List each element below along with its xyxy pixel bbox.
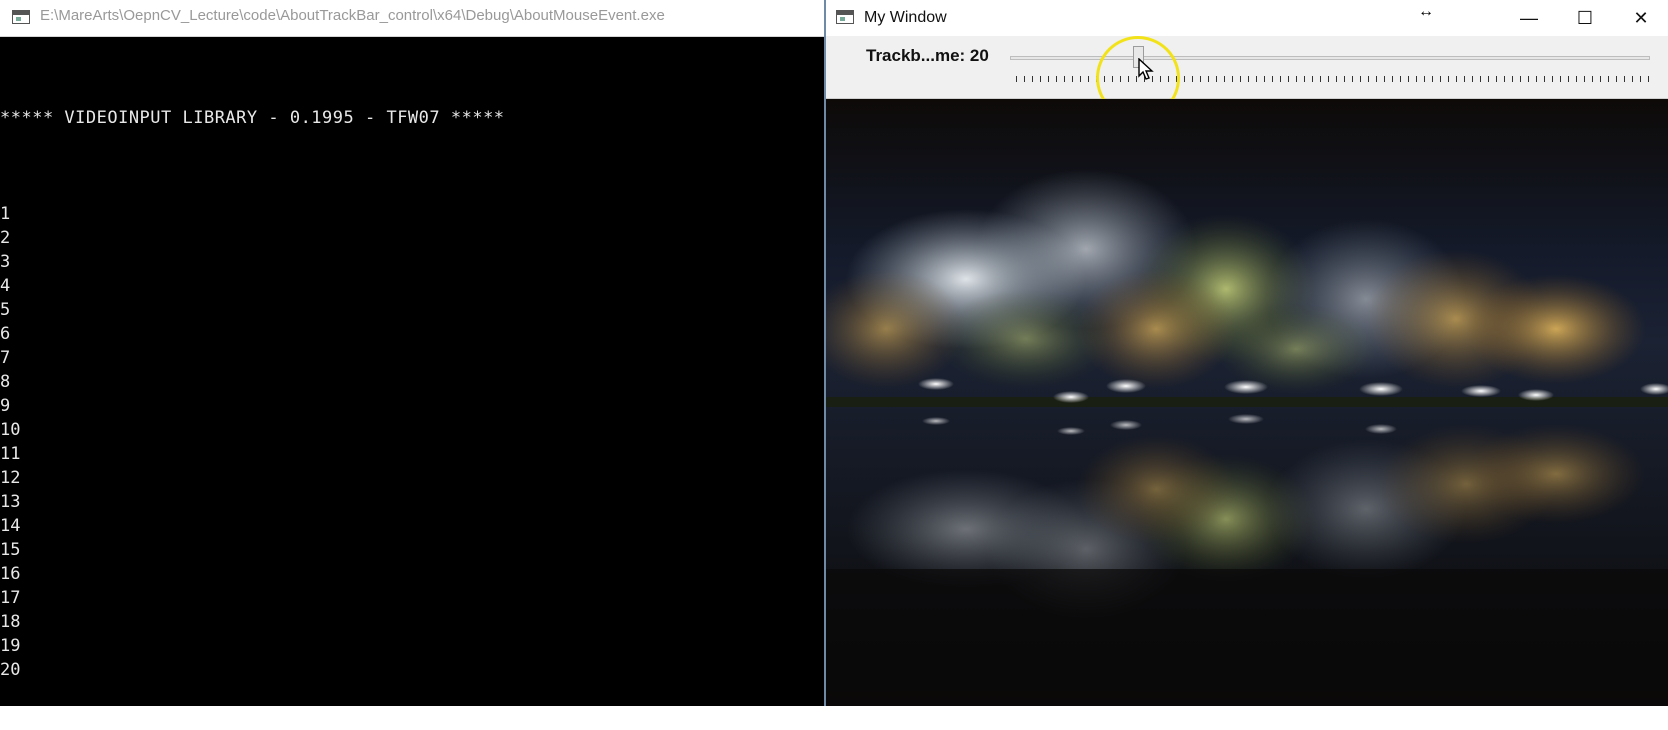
console-line: 9 xyxy=(0,396,11,416)
console-line: 17 xyxy=(0,588,21,608)
console-lines: 1 2 3 4 5 6 7 8 9 10 11 12 13 14 15 16 17 18 19 20 xyxy=(0,202,824,682)
console-line: 5 xyxy=(0,300,11,320)
night-lake-photo xyxy=(826,99,1668,706)
console-line: 19 xyxy=(0,636,21,656)
console-line: 12 xyxy=(0,468,21,488)
console-line: 20 xyxy=(0,660,21,680)
console-line: 13 xyxy=(0,492,21,512)
trackbar-label: Trackb...me: 20 xyxy=(866,46,989,65)
console-line: 10 xyxy=(0,420,21,440)
console-line: 3 xyxy=(0,252,11,272)
opencv-app-icon xyxy=(836,10,854,24)
console-line: 4 xyxy=(0,276,11,296)
minimize-button[interactable]: — xyxy=(1506,0,1552,36)
console-line: 2 xyxy=(0,228,11,248)
close-button[interactable]: ✕ xyxy=(1618,0,1664,36)
console-line: 8 xyxy=(0,372,11,392)
resize-cursor-icon: ↔ xyxy=(1418,3,1434,20)
console-line: 11 xyxy=(0,444,21,464)
console-line: 18 xyxy=(0,612,21,632)
console-line: 15 xyxy=(0,540,21,560)
console-app-icon xyxy=(12,10,30,24)
console-window: E:\MareArts\OepnCV_Lecture\code\AboutTra… xyxy=(0,0,824,706)
console-title: E:\MareArts\OepnCV_Lecture\code\AboutTra… xyxy=(40,7,665,24)
maximize-button[interactable]: ☐ xyxy=(1562,0,1608,36)
console-line: 6 xyxy=(0,324,11,344)
console-line: 16 xyxy=(0,564,21,584)
opencv-titlebar[interactable]: My Window ↔ — ☐ ✕ xyxy=(826,0,1668,36)
window-title: My Window xyxy=(864,9,947,26)
console-line: 1 xyxy=(0,204,11,224)
console-banner: ***** VIDEOINPUT LIBRARY - 0.1995 - TFW0… xyxy=(0,108,505,128)
console-titlebar[interactable]: E:\MareArts\OepnCV_Lecture\code\AboutTra… xyxy=(0,0,824,37)
console-line: 7 xyxy=(0,348,11,368)
console-output: ***** VIDEOINPUT LIBRARY - 0.1995 - TFW0… xyxy=(0,58,824,730)
trackbar-panel: Trackb...me: 20 xyxy=(826,36,1668,120)
console-line: 14 xyxy=(0,516,21,536)
opencv-window: My Window ↔ — ☐ ✕ Trackb...me: 20 xyxy=(826,0,1668,706)
